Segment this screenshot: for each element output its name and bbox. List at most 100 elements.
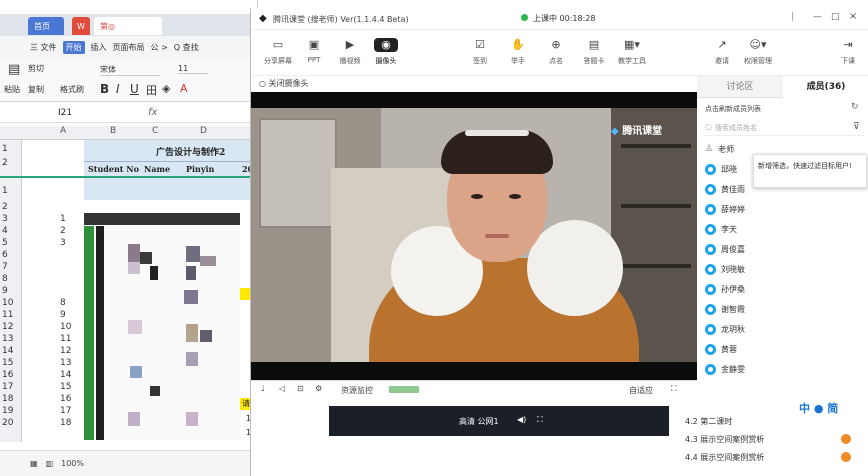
chapter-item[interactable]: 4.4 展示空间案例赏析 (685, 452, 764, 463)
maximize-button[interactable]: □ (831, 12, 840, 22)
header-student-no[interactable]: Student No (88, 164, 139, 174)
row-number[interactable]: 6 (0, 250, 22, 260)
row-number[interactable]: 11 (0, 310, 22, 320)
cell-value[interactable]: 17 (60, 406, 71, 416)
camera-settings-icon[interactable]: ⊡ (297, 384, 304, 393)
ime-logo[interactable]: 中 ● 简 (799, 400, 838, 416)
row-number[interactable]: 15 (0, 358, 22, 368)
play-video-button[interactable]: ▶ 播视频 (333, 30, 367, 74)
checkin-button[interactable]: ☑ 签到 (463, 30, 497, 74)
stream-quality[interactable]: 高清 公网1 (459, 416, 499, 427)
cell-value[interactable]: 14 (60, 370, 71, 380)
cell-value[interactable]: 9 (60, 310, 66, 320)
roll-call-button[interactable]: ⊕ 点名 (539, 30, 573, 74)
mic-icon[interactable]: ♩ (261, 384, 265, 393)
row-number[interactable]: 17 (0, 382, 22, 392)
font-size-select[interactable]: 11 (178, 64, 208, 74)
member-item[interactable]: 黄佳雨 (705, 182, 745, 196)
row-number[interactable]: 20 (0, 418, 22, 428)
cell-value[interactable]: 12 (60, 346, 71, 356)
menu-start[interactable]: 开始 (62, 40, 85, 54)
italic-button[interactable]: I (116, 82, 120, 96)
format-painter-button[interactable]: 格式刷 (60, 84, 84, 95)
menu-layout[interactable]: 页面布局 (113, 42, 145, 53)
column-d-header[interactable]: D (200, 126, 207, 136)
filter-icon[interactable]: ⊽ (853, 122, 860, 132)
page-view-icon[interactable]: ▥ (46, 459, 54, 468)
row-number[interactable]: 19 (0, 406, 22, 416)
speaker-icon[interactable]: ◁ (279, 384, 285, 393)
member-item[interactable]: 金静雯 (705, 362, 745, 376)
row-number[interactable]: 4 (0, 226, 22, 236)
settings-icon[interactable]: ⚙ (315, 384, 322, 393)
row-number[interactable]: 18 (0, 394, 22, 404)
normal-view-icon[interactable]: ▦ (30, 459, 38, 468)
cell-value[interactable]: 15 (60, 382, 71, 392)
adapt-button[interactable]: 自适应 (629, 385, 653, 396)
row-number[interactable]: 12 (0, 322, 22, 332)
close-button[interactable]: × (849, 11, 857, 22)
member-item[interactable]: 龙玥秋 (705, 322, 745, 336)
fill-color-icon[interactable]: ◈ (162, 82, 170, 95)
row-number[interactable]: 5 (0, 238, 22, 248)
column-b-header[interactable]: B (110, 126, 116, 136)
header-pinyin[interactable]: Pinyin (186, 164, 214, 174)
ppt-button[interactable]: ▣ PPT (297, 30, 331, 74)
chapter-item[interactable]: 4.3 展示空间案例赏析 (685, 434, 764, 445)
menu-insert[interactable]: 插入 (91, 42, 107, 53)
underline-button[interactable]: U (130, 82, 139, 96)
row-number[interactable]: 9 (0, 286, 22, 296)
tab-discussion[interactable]: 讨论区 (697, 76, 783, 98)
cell-reference[interactable]: I21 (58, 108, 72, 118)
refresh-members-link[interactable]: 点击刷新成员列表 (705, 104, 761, 114)
zoom-level[interactable]: 100% (61, 459, 84, 468)
member-item[interactable]: 孙伊桑 (705, 282, 745, 296)
border-icon[interactable]: 田 (146, 82, 157, 98)
menu-file[interactable]: 三 文件 (30, 42, 57, 53)
expand-icon[interactable]: ⛶ (537, 415, 543, 425)
tab-members[interactable]: 成员(36) (783, 76, 868, 98)
row-number[interactable]: 16 (0, 370, 22, 380)
member-item[interactable]: 邱晓 (705, 162, 737, 176)
cell-value[interactable]: 8 (60, 298, 66, 308)
resource-monitor[interactable]: 资源监控 (341, 385, 373, 396)
cell-value[interactable]: 3 (60, 238, 66, 248)
row-number[interactable]: 10 (0, 298, 22, 308)
fullscreen-icon[interactable]: ⛶ (671, 384, 677, 394)
answer-card-button[interactable]: ▤ 答题卡 (577, 30, 611, 74)
cell-value[interactable]: 1 (60, 214, 66, 224)
row-number[interactable]: 2 (0, 202, 22, 212)
row-number[interactable]: 7 (0, 262, 22, 272)
font-color-icon[interactable]: A (180, 82, 188, 95)
cell-value[interactable]: 2 (60, 226, 66, 236)
member-item[interactable]: 谢智霞 (705, 302, 745, 316)
permission-button[interactable]: ☺▾ 权限管理 (741, 30, 775, 74)
row-number[interactable]: 14 (0, 346, 22, 356)
paste-icon[interactable]: ▤ (8, 62, 20, 77)
chapter-item[interactable]: 4.2 第二课时 (685, 416, 732, 427)
copy-button[interactable]: 复制 (28, 84, 44, 95)
header-name[interactable]: Name (144, 164, 170, 174)
member-item[interactable]: 周俊嘉 (705, 242, 745, 256)
row-number[interactable]: 2 (0, 158, 22, 168)
menu-formula[interactable]: 公 > (151, 42, 168, 53)
member-item[interactable]: 李天 (705, 222, 737, 236)
teaching-tools-button[interactable]: ▦▾ 教学工具 (615, 30, 649, 74)
bold-button[interactable]: B (100, 82, 109, 96)
cell-value[interactable]: 16 (60, 394, 71, 404)
row-number[interactable]: 8 (0, 274, 22, 284)
member-search[interactable]: ○ 搜索成员姓名 ⊽ (703, 120, 863, 136)
row-number[interactable]: 3 (0, 214, 22, 224)
member-item[interactable]: 薛婷婷 (705, 202, 745, 216)
menu-find[interactable]: Q 查找 (174, 42, 199, 53)
cut-button[interactable]: 剪切 (28, 63, 44, 74)
share-screen-button[interactable]: ▭ 分享屏幕 (261, 30, 295, 74)
fx-icon[interactable]: fx (148, 107, 157, 118)
cell-value[interactable]: 11 (60, 334, 71, 344)
member-item[interactable]: 刘晓敏 (705, 262, 745, 276)
invite-button[interactable]: ↗ 邀请 (705, 30, 739, 74)
volume-icon[interactable]: ◀) (517, 415, 526, 424)
row-number[interactable]: 13 (0, 334, 22, 344)
column-c-header[interactable]: C (152, 126, 158, 136)
tab-document[interactable]: 第◎ (94, 17, 162, 35)
